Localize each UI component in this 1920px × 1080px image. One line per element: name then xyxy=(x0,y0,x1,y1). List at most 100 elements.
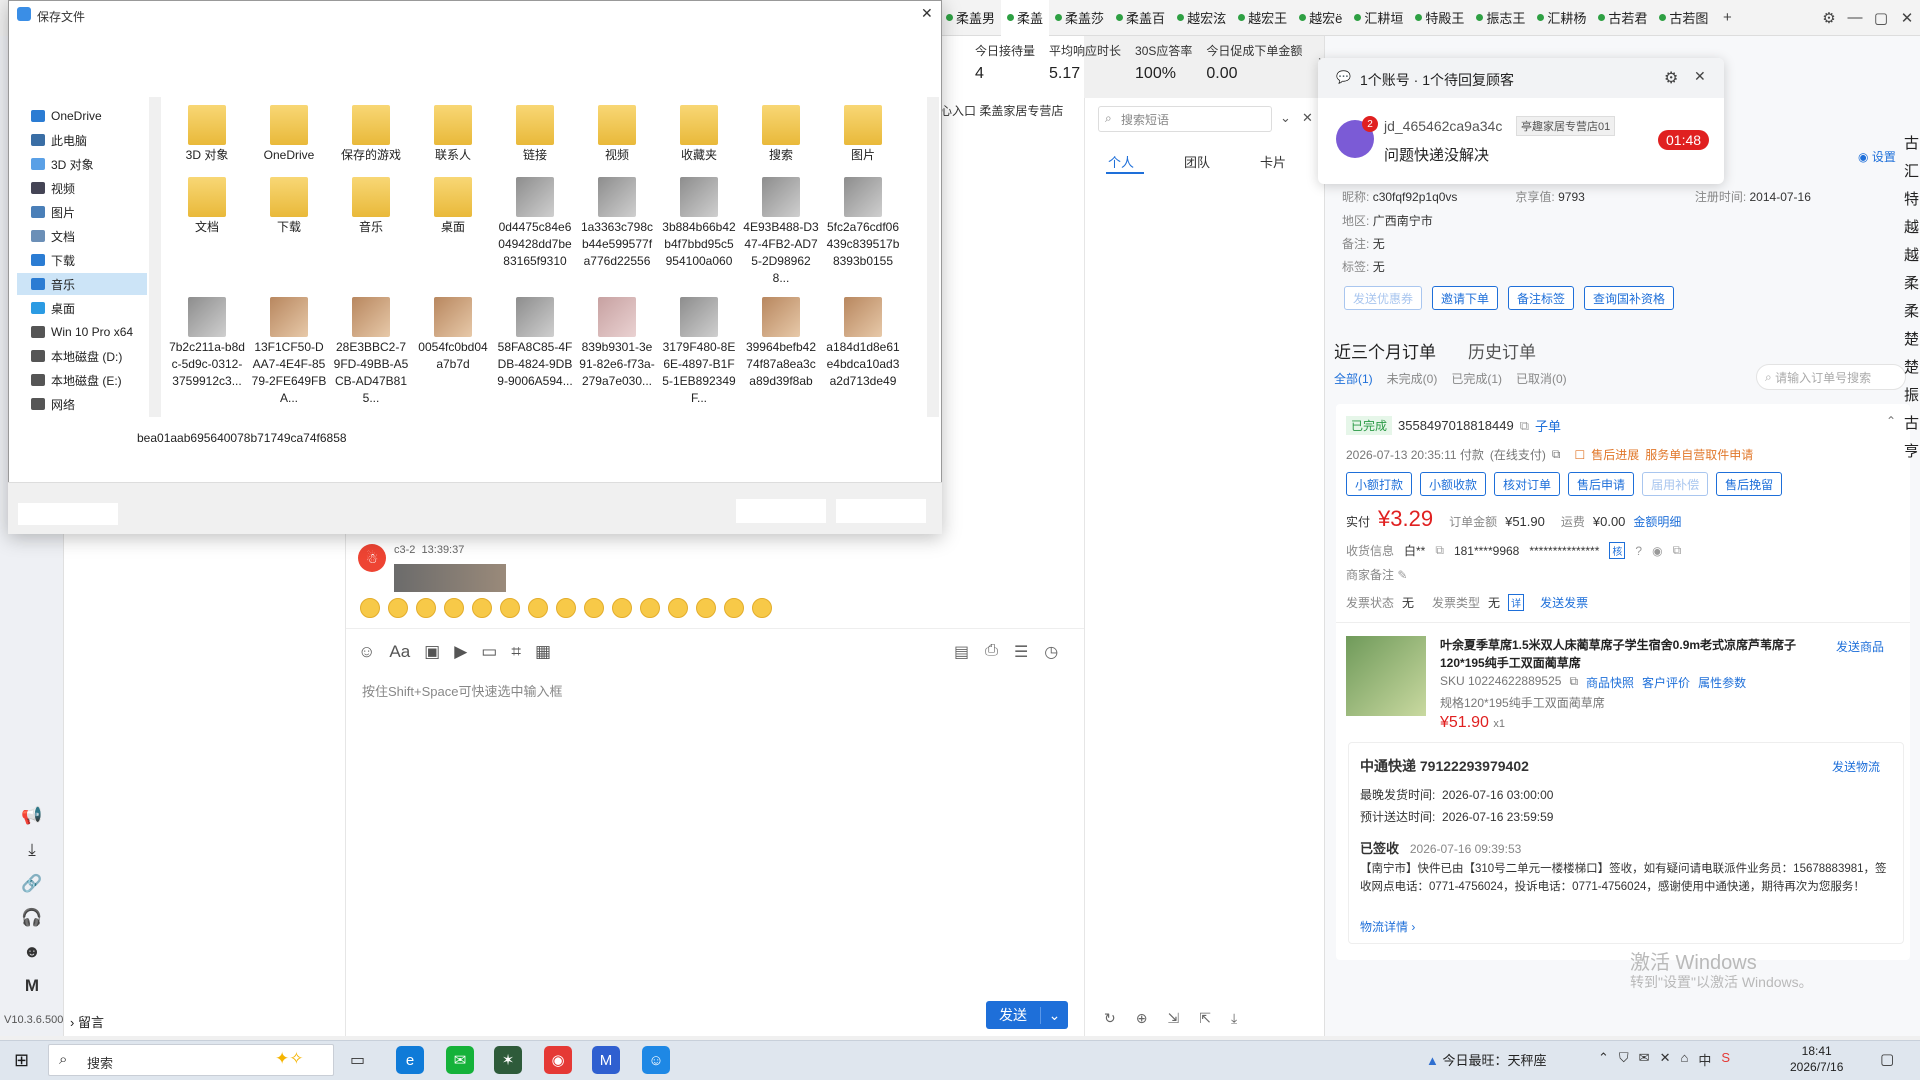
verify-button[interactable]: 核 xyxy=(1609,542,1626,559)
copy-icon[interactable]: ⧉ xyxy=(1435,543,1444,558)
notification-popup[interactable]: 💬 1个账号 · 1个待回复顾客 ⚙ ✕ 2 jd_465462ca9a34c … xyxy=(1318,58,1724,184)
settings-icon[interactable]: ⚙ xyxy=(1664,68,1678,88)
product-image[interactable] xyxy=(1346,636,1426,716)
tree-item[interactable]: Win 10 Pro x64 xyxy=(31,321,133,343)
tab-recent-orders[interactable]: 近三个月订单 xyxy=(1334,338,1436,363)
close-icon[interactable]: ✕ xyxy=(921,5,933,22)
tree-item[interactable]: 下载 xyxy=(31,249,75,271)
shop-tab[interactable]: 柔盖 xyxy=(1001,0,1050,36)
clock[interactable]: 18:41 2026/7/16 xyxy=(1790,1043,1843,1075)
folder-icon[interactable]: ▭ xyxy=(481,642,497,662)
message-image[interactable] xyxy=(394,564,506,592)
file-item[interactable]: 39964befb4274f87a8ea3ca89d39f8ab xyxy=(743,297,819,390)
task-view-icon[interactable]: ▭ xyxy=(350,1050,365,1070)
eye-icon[interactable]: ◉ xyxy=(1652,544,1662,558)
file-item[interactable]: 0d4475c84e6049428dd7be83165f9310 xyxy=(497,177,573,270)
order-filter[interactable]: 未完成(0) xyxy=(1387,370,1438,387)
export-icon[interactable]: ⇱ xyxy=(1199,1010,1211,1027)
order-operation-button[interactable]: 售后申请 xyxy=(1568,472,1635,496)
shield-icon[interactable]: ⛉ xyxy=(1619,1050,1629,1069)
customer-action-button[interactable]: 查询国补资格 xyxy=(1584,286,1675,310)
send-button[interactable]: 发送 ⌄ xyxy=(986,1001,1068,1029)
app-star-icon[interactable]: ✶ xyxy=(494,1046,522,1074)
folder-item[interactable]: 收藏夹 xyxy=(661,105,737,164)
font-icon[interactable]: Aa xyxy=(389,642,410,662)
order-filter[interactable]: 已取消(0) xyxy=(1516,370,1567,387)
shop-tab[interactable]: 特殿王 xyxy=(1409,0,1470,36)
order-search-input[interactable]: ⌕ 请输入订单号搜索 xyxy=(1756,364,1906,390)
emoji-icon[interactable] xyxy=(528,598,548,618)
file-item[interactable]: 839b9301-3e91-82e6-f73a-279a7e030... xyxy=(579,297,655,390)
shop-tab[interactable]: 汇耕杨 xyxy=(1531,0,1592,36)
file-item[interactable]: 5fc2a76cdf06439c839517b8393b0155 xyxy=(825,177,901,270)
refresh-icon[interactable]: ↻ xyxy=(1104,1010,1116,1027)
emoji-icon[interactable] xyxy=(752,598,772,618)
attributes-link[interactable]: 属性参数 xyxy=(1698,674,1746,691)
copy-icon[interactable]: ⧉ xyxy=(1520,418,1529,434)
tree-item[interactable]: 图片 xyxy=(31,201,75,223)
emoji-icon[interactable] xyxy=(584,598,604,618)
order-filter[interactable]: 全部(1) xyxy=(1334,370,1373,387)
shop-tab[interactable]: 柔盖莎 xyxy=(1049,0,1110,36)
filename-input[interactable]: bea01aab695640078b71749ca74f6858 xyxy=(137,431,347,445)
app-red-icon[interactable]: ◉ xyxy=(544,1046,572,1074)
file-item[interactable]: 3179F480-8E6E-4897-B1F5-1EB892349F... xyxy=(661,297,737,407)
composer-input[interactable]: 按住Shift+Space可快速选中输入框 xyxy=(362,681,562,700)
download-icon[interactable]: ⤓ xyxy=(1231,1010,1237,1027)
customer-action-button[interactable]: 备注标签 xyxy=(1508,286,1575,310)
shop-tab[interactable]: 柔盖男 xyxy=(940,0,1001,36)
order-icon[interactable]: ⎙ xyxy=(985,642,998,662)
video-icon[interactable]: ▶ xyxy=(454,642,467,662)
reviews-link[interactable]: 客户评价 xyxy=(1642,674,1690,691)
import-icon[interactable]: ⇲ xyxy=(1167,1010,1179,1027)
files-scrollbar[interactable] xyxy=(927,97,939,417)
file-item[interactable]: 4E93B488-D347-4FB2-AD75-2D989628... xyxy=(743,177,819,287)
wechat-tray-icon[interactable]: ✉ xyxy=(1639,1050,1650,1069)
headset-icon[interactable]: 🎧 xyxy=(20,906,44,930)
aftersale-link[interactable]: 服务单自营取件申请 xyxy=(1645,446,1753,463)
emoji-icon[interactable] xyxy=(500,598,520,618)
crop-icon[interactable]: ⌗ xyxy=(511,642,521,662)
file-item[interactable]: 3b884b66b42b4f7bbd95c5954100a060 xyxy=(661,177,737,270)
order-operation-button[interactable]: 核对订单 xyxy=(1494,472,1561,496)
volume-mute-icon[interactable]: ✕ xyxy=(1660,1050,1671,1069)
chevron-up-icon[interactable]: ⌃ xyxy=(1598,1050,1609,1069)
collapse-up-icon[interactable]: ⌃ xyxy=(1886,414,1896,428)
order-id[interactable]: 3558497018818449 xyxy=(1398,418,1514,433)
save-button[interactable] xyxy=(736,499,826,523)
send-options-chevron-icon[interactable]: ⌄ xyxy=(1040,1006,1068,1024)
cancel-button[interactable] xyxy=(836,499,926,523)
start-icon[interactable]: ⊞ xyxy=(14,1050,29,1071)
folder-item[interactable]: 图片 xyxy=(825,105,901,164)
sub-order-link[interactable]: 子单 xyxy=(1535,416,1561,435)
folder-item[interactable]: 视频 xyxy=(579,105,655,164)
invoice-detail-button[interactable]: 详 xyxy=(1508,594,1525,611)
emoji-icon[interactable] xyxy=(556,598,576,618)
file-item[interactable]: 58FA8C85-4FDB-4824-9DB9-9006A594... xyxy=(497,297,573,390)
customer-action-button[interactable]: 发送优惠券 xyxy=(1344,286,1423,310)
order-operation-button[interactable]: 小额收款 xyxy=(1420,472,1487,496)
folder-item[interactable]: 文档 xyxy=(169,177,245,236)
tree-item[interactable]: 3D 对象 xyxy=(31,153,94,175)
file-item[interactable]: 28E3BBC2-79FD-49BB-A5CB-AD47B815... xyxy=(333,297,409,407)
folder-item[interactable]: 3D 对象 xyxy=(169,105,245,164)
copy-icon[interactable]: ⧉ xyxy=(1569,674,1578,691)
help-icon[interactable]: ? xyxy=(1635,544,1642,558)
file-item[interactable]: 7b2c211a-b8dc-5d9c-0312-3759912c3... xyxy=(169,297,245,390)
send-invoice-link[interactable]: 发送发票 xyxy=(1540,594,1588,611)
shop-tab[interactable]: 越宏王 xyxy=(1232,0,1293,36)
tree-item[interactable]: 音乐 xyxy=(17,273,147,295)
shop-tab[interactable]: 越宏泫 xyxy=(1171,0,1232,36)
express-number[interactable]: 中通快递 79122293979402 xyxy=(1360,756,1529,776)
folder-item[interactable]: 下载 xyxy=(251,177,327,236)
settings-link[interactable]: ◉ 设置 xyxy=(1858,148,1896,165)
emoji-icon[interactable] xyxy=(388,598,408,618)
copy-icon[interactable]: ⧉ xyxy=(1673,543,1682,558)
shop-tab[interactable]: 振志王 xyxy=(1470,0,1531,36)
app-chat-icon[interactable]: ☺ xyxy=(642,1046,670,1074)
notification-center-icon[interactable]: ▢ xyxy=(1880,1050,1894,1068)
announce-icon[interactable]: 📢 xyxy=(20,804,44,828)
quick-tab[interactable]: 个人 xyxy=(1108,152,1134,171)
order-operation-button[interactable]: 售后挽留 xyxy=(1716,472,1783,496)
edge-icon[interactable]: e xyxy=(396,1046,424,1074)
